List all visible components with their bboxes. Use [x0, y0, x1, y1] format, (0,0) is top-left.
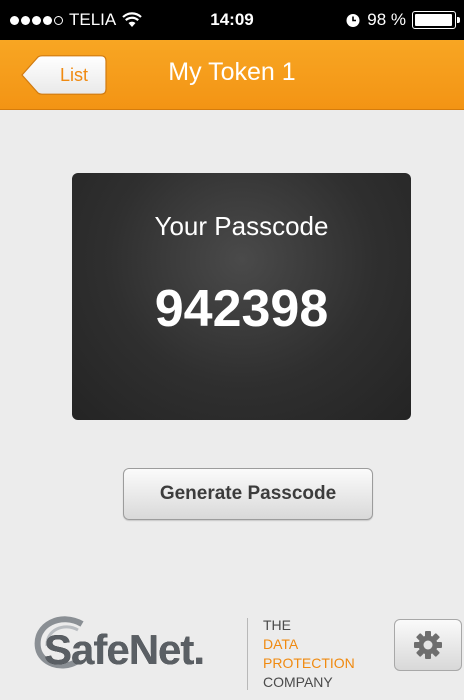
carrier-label: TELIA [69, 10, 117, 29]
passcode-card: Your Passcode 942398 [72, 173, 411, 420]
tagline-line: PROTECTION [263, 655, 355, 671]
tagline-line: DATA [263, 636, 299, 652]
battery-percent: 98 % [367, 10, 406, 29]
tagline-line: THE [263, 617, 291, 633]
battery-icon [412, 11, 460, 29]
wifi-icon [122, 12, 143, 27]
back-button[interactable]: List [20, 55, 107, 95]
safenet-logo: SafeNet. [34, 612, 236, 682]
company-tagline: THE DATA PROTECTION COMPANY [263, 616, 355, 692]
alarm-clock-icon [346, 14, 360, 27]
footer-divider [247, 618, 248, 690]
logo-wordmark: SafeNet. [44, 626, 205, 673]
navigation-bar: My Token 1 List [0, 40, 464, 110]
status-left: TELIA [10, 0, 143, 40]
battery-fill [415, 14, 453, 26]
generate-passcode-button[interactable]: Generate Passcode [123, 468, 373, 520]
settings-button[interactable] [394, 619, 462, 671]
tagline-line: COMPANY [263, 674, 333, 690]
status-bar: TELIA 14:09 98 % [0, 0, 464, 40]
status-right: 98 % [345, 0, 460, 40]
passcode-value: 942398 [154, 280, 329, 338]
back-button-label: List [59, 65, 88, 85]
signal-dots-icon [10, 15, 63, 25]
passcode-label: Your Passcode [154, 211, 329, 241]
gear-icon [414, 631, 442, 659]
